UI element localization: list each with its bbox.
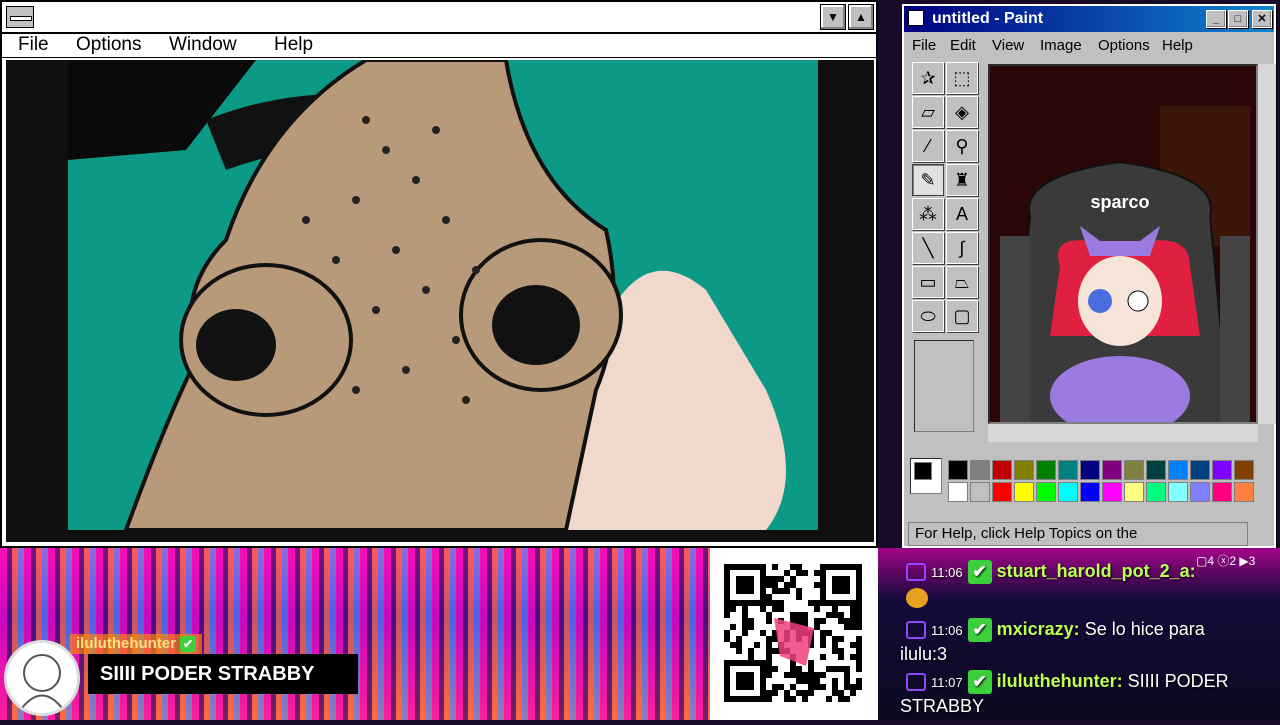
maximize-icon[interactable]: □: [1228, 10, 1248, 28]
airbrush-icon[interactable]: ⁂: [912, 198, 944, 230]
current-colors[interactable]: [910, 458, 942, 494]
palette-swatch[interactable]: [1146, 460, 1166, 480]
maximize-icon[interactable]: ▲: [848, 4, 874, 30]
emote-icon: [906, 588, 928, 608]
alert-username: iluluthehunter ✔: [70, 634, 203, 654]
polygon-icon[interactable]: ⏢: [946, 266, 978, 298]
minimize-icon[interactable]: _: [1206, 10, 1226, 28]
palette-swatch[interactable]: [948, 460, 968, 480]
qr-code: [710, 548, 878, 720]
rectangle-icon[interactable]: ▭: [912, 266, 944, 298]
chair-logo: sparco: [1090, 192, 1149, 212]
horizontal-scrollbar[interactable]: [988, 424, 1258, 442]
brush-icon[interactable]: ♜: [946, 164, 978, 196]
paint-window: untitled - Paint _ □ ✕ File Edit View Im…: [902, 4, 1276, 548]
vertical-scrollbar[interactable]: [1258, 64, 1276, 424]
eraser-icon[interactable]: ▱: [912, 96, 944, 128]
camera-image: [6, 60, 874, 542]
palette-swatch[interactable]: [992, 460, 1012, 480]
check-icon: ✔: [967, 560, 992, 584]
chat-message-cont: ilulu:3: [900, 644, 948, 664]
close-icon[interactable]: ✕: [1252, 10, 1272, 28]
chat-message: 11:06 ✔ stuart_harold_pot_2_a:: [878, 560, 1280, 584]
color-picker-icon[interactable]: ⁄: [912, 130, 944, 162]
palette-swatch[interactable]: [1234, 460, 1254, 480]
chat-message-cont: STRABBY: [900, 696, 985, 716]
menu-help[interactable]: Help: [274, 34, 313, 56]
status-bar: For Help, click Help Topics on the: [908, 522, 1248, 546]
chat-panel: ▢4 ⓧ2 ▶3 11:06 ✔ stuart_harold_pot_2_a: …: [878, 548, 1280, 720]
palette-swatch[interactable]: [1058, 482, 1078, 502]
camera-feed: [6, 60, 874, 542]
rounded-rect-icon[interactable]: ▢: [946, 300, 978, 332]
palette-swatch[interactable]: [1014, 460, 1034, 480]
paint-menu-help[interactable]: Help: [1162, 37, 1193, 54]
chat-message: 11:06 ✔ mxicrazy: Se lo hice para: [878, 618, 1280, 642]
tool-options-box[interactable]: [914, 340, 974, 432]
fill-icon[interactable]: ◈: [946, 96, 978, 128]
menu-bar: File Options Window Help: [2, 34, 876, 58]
paint-title: untitled - Paint: [932, 10, 1044, 27]
palette-swatch[interactable]: [1080, 460, 1100, 480]
palette-swatch[interactable]: [1080, 482, 1100, 502]
line-icon[interactable]: ╲: [912, 232, 944, 264]
curve-icon[interactable]: ∫: [946, 232, 978, 264]
system-menu-icon[interactable]: [6, 6, 34, 28]
free-select-icon[interactable]: ✰: [912, 62, 944, 94]
twitch-icon: [906, 563, 926, 581]
palette-swatch[interactable]: [1102, 460, 1122, 480]
chat-alert: iluluthehunter ✔ SIIII PODER STRABBY: [4, 634, 358, 716]
palette-swatch[interactable]: [1124, 460, 1144, 480]
menu-file[interactable]: File: [18, 34, 49, 56]
palette-swatch[interactable]: [1168, 482, 1188, 502]
palette-swatch[interactable]: [1234, 482, 1254, 502]
paint-menu-file[interactable]: File: [912, 37, 936, 54]
paint-menu-image[interactable]: Image: [1040, 37, 1082, 54]
palette-swatch[interactable]: [970, 482, 990, 502]
palette-swatch[interactable]: [1168, 460, 1188, 480]
alert-message: SIIII PODER STRABBY: [88, 654, 358, 694]
chat-message: 11:07 ✔ iluluthehunter: SIIII PODER: [878, 670, 1280, 694]
minimize-icon[interactable]: ▼: [820, 4, 846, 30]
paint-title-bar: untitled - Paint _ □ ✕: [904, 6, 1274, 32]
qr-code-image: [724, 564, 862, 702]
palette-swatch[interactable]: [1036, 482, 1056, 502]
palette-swatch[interactable]: [1102, 482, 1122, 502]
palette-swatch[interactable]: [948, 482, 968, 502]
avatar: [4, 640, 80, 716]
palette-swatch[interactable]: [1058, 460, 1078, 480]
palette-swatch[interactable]: [1190, 460, 1210, 480]
ellipse-icon[interactable]: ⬭: [912, 300, 944, 332]
rect-select-icon[interactable]: ⬚: [946, 62, 978, 94]
paint-app-icon: [908, 10, 924, 26]
menu-window[interactable]: Window: [169, 34, 237, 56]
check-icon: ✔: [967, 618, 992, 642]
camera-window: ▼ ▲ File Options Window Help: [0, 0, 878, 548]
palette-swatch[interactable]: [970, 460, 990, 480]
magnifier-icon[interactable]: ⚲: [946, 130, 978, 162]
paint-menu-view[interactable]: View: [992, 37, 1024, 54]
check-icon: ✔: [180, 636, 197, 653]
palette-swatch[interactable]: [1036, 460, 1056, 480]
paint-menu-bar: File Edit View Image Options Help: [904, 34, 1274, 58]
palette-swatch[interactable]: [1124, 482, 1144, 502]
palette-swatch[interactable]: [1212, 460, 1232, 480]
palette-swatch[interactable]: [1146, 482, 1166, 502]
text-icon[interactable]: A: [946, 198, 978, 230]
paint-canvas[interactable]: sparco: [988, 64, 1258, 424]
vtuber-image: sparco: [990, 66, 1256, 422]
twitch-icon: [906, 621, 926, 639]
check-icon: ✔: [967, 670, 992, 694]
palette-swatch[interactable]: [1014, 482, 1034, 502]
paint-menu-edit[interactable]: Edit: [950, 37, 976, 54]
palette-swatch[interactable]: [1190, 482, 1210, 502]
palette-swatch[interactable]: [1212, 482, 1232, 502]
title-bar: ▼ ▲: [2, 2, 876, 34]
palette-swatch[interactable]: [992, 482, 1012, 502]
pencil-icon[interactable]: ✎: [912, 164, 944, 196]
twitch-icon: [906, 673, 926, 691]
menu-options[interactable]: Options: [76, 34, 141, 56]
paint-menu-options[interactable]: Options: [1098, 37, 1150, 54]
